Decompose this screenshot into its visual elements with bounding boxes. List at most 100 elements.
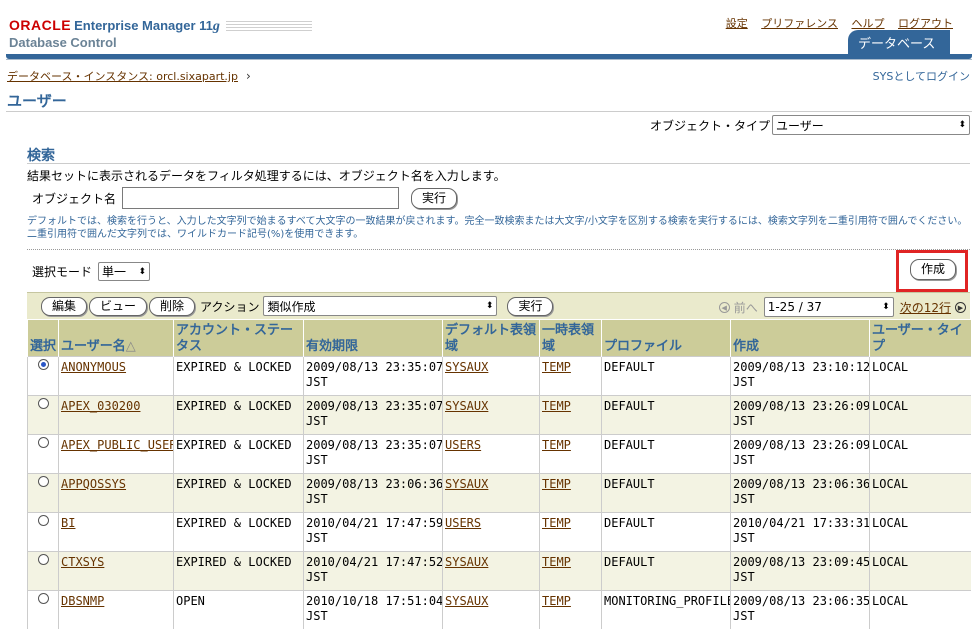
col-created[interactable]: 作成 — [730, 320, 870, 356]
username-link[interactable]: APPQOSSYS — [61, 477, 126, 491]
pagination: ◀ 前へ 1-25 / 37 ⬍ 次の12行 ▶ — [718, 297, 966, 317]
row-radio[interactable] — [37, 397, 49, 409]
col-username[interactable]: ユーザー名△ — [58, 320, 174, 356]
expiry-cell: 2009/08/13 23:35:07 JST — [303, 433, 443, 473]
preferences-link[interactable]: プリファレンス — [761, 17, 838, 30]
help-link[interactable]: ヘルプ — [852, 17, 885, 30]
expiry-cell: 2009/08/13 23:35:07 JST — [303, 355, 443, 395]
oracle-wordmark: ORACLE — [9, 17, 72, 33]
search-heading: 検索 — [27, 148, 55, 164]
expiry-cell: 2010/04/21 17:47:59 JST — [303, 511, 443, 551]
object-name-input[interactable] — [122, 187, 400, 209]
username-link[interactable]: DBSNMP — [61, 594, 104, 608]
logout-link[interactable]: ログアウト — [898, 17, 953, 30]
next-arrow-icon[interactable]: ▶ — [955, 301, 966, 313]
users-table: 選択 ユーザー名△ アカウント・ステータス 有効期限 デフォルト表領域 一時表領… — [27, 320, 971, 629]
expiry-tz: JST — [306, 569, 328, 584]
created-datetime: 2009/08/13 23:06:35 — [733, 593, 870, 608]
created-tz: JST — [733, 608, 755, 623]
chevron-right-icon: › — [245, 69, 251, 83]
temp-tablespace-cell: TEMP — [539, 472, 602, 512]
object-name-row: オブジェクト名 実行 — [32, 187, 458, 209]
temp-tablespace-link[interactable]: TEMP — [542, 399, 571, 413]
status-cell: EXPIRED & LOCKED — [173, 550, 304, 590]
col-user-type[interactable]: ユーザー・タイプ — [869, 320, 971, 356]
col-expiry[interactable]: 有効期限 — [303, 320, 443, 356]
default-tablespace-link[interactable]: USERS — [445, 438, 481, 452]
range-select[interactable]: 1-25 / 37 ⬍ — [763, 297, 894, 317]
table-header-row: 選択 ユーザー名△ アカウント・ステータス 有効期限 デフォルト表領域 一時表領… — [27, 320, 971, 356]
default-tablespace-cell: SYSAUX — [442, 394, 540, 434]
profile-cell: DEFAULT — [601, 433, 731, 473]
search-hint: デフォルトでは、検索を行うと、入力した文字列で始まるすべて大文字の一致結果が戻さ… — [27, 216, 968, 240]
object-type-selector: オブジェクト・タイプ ユーザー ⬍ — [650, 115, 970, 135]
default-tablespace-link[interactable]: SYSAUX — [445, 399, 488, 413]
expiry-tz: JST — [306, 608, 328, 623]
created-datetime: 2009/08/13 23:26:09 — [733, 398, 870, 413]
next-link[interactable]: 次の12行 — [900, 299, 951, 316]
row-radio[interactable] — [37, 592, 49, 604]
expiry-tz: JST — [306, 452, 328, 467]
breadcrumb-database-instance[interactable]: データベース・インスタンス: orcl.sixapart.jp — [7, 70, 238, 83]
username-link[interactable]: ANONYMOUS — [61, 360, 126, 374]
profile-cell: DEFAULT — [601, 355, 731, 395]
default-tablespace-cell: SYSAUX — [442, 550, 540, 590]
table-toolbar: 編集 ビュー 削除 アクション 類似作成 ⬍ 実行 ◀ 前へ 1-25 / 37… — [27, 292, 970, 319]
temp-tablespace-link[interactable]: TEMP — [542, 438, 571, 452]
table-row: BI EXPIRED & LOCKED 2010/04/21 17:47:59 JST… — [27, 511, 971, 551]
col-account-status[interactable]: アカウント・ステータス — [173, 320, 304, 356]
temp-tablespace-cell: TEMP — [539, 355, 602, 395]
username-link[interactable]: CTXSYS — [61, 555, 104, 569]
page-title: ユーザー — [7, 92, 67, 110]
delete-button[interactable]: 削除 — [149, 296, 196, 316]
global-links: 設定 プリファレンス ヘルプ ログアウト — [716, 15, 953, 31]
selection-mode-select[interactable]: 単一 ⬍ — [98, 262, 151, 281]
em-text: Enterprise Manager 11 — [74, 18, 213, 33]
status-cell: EXPIRED & LOCKED — [173, 472, 304, 512]
select-arrows-icon: ⬍ — [882, 302, 890, 312]
edit-button[interactable]: 編集 — [41, 296, 88, 316]
username-link[interactable]: APEX_030200 — [61, 399, 140, 413]
row-radio[interactable] — [37, 553, 49, 565]
object-type-value: ユーザー — [776, 118, 824, 133]
search-go-button[interactable]: 実行 — [411, 187, 458, 209]
col-default-tablespace[interactable]: デフォルト表領域 — [442, 320, 540, 356]
title-divider — [6, 111, 972, 112]
temp-tablespace-link[interactable]: TEMP — [542, 360, 571, 374]
created-cell: 2009/08/13 23:09:45 JST — [730, 550, 870, 590]
row-radio[interactable] — [37, 475, 49, 487]
expiry-datetime: 2010/04/21 17:47:52 — [306, 554, 443, 569]
action-select[interactable]: 類似作成 ⬍ — [263, 296, 498, 316]
row-select-cell — [27, 433, 59, 473]
view-button[interactable]: ビュー — [89, 296, 148, 316]
settings-link[interactable]: 設定 — [726, 17, 748, 30]
username-link[interactable]: APEX_PUBLIC_USER — [61, 438, 174, 452]
temp-tablespace-link[interactable]: TEMP — [542, 516, 571, 530]
default-tablespace-link[interactable]: SYSAUX — [445, 555, 488, 569]
default-tablespace-link[interactable]: USERS — [445, 516, 481, 530]
temp-tablespace-link[interactable]: TEMP — [542, 594, 571, 608]
row-radio[interactable] — [37, 436, 49, 448]
row-radio[interactable] — [37, 514, 49, 526]
default-tablespace-link[interactable]: SYSAUX — [445, 360, 488, 374]
temp-tablespace-link[interactable]: TEMP — [542, 477, 571, 491]
row-radio[interactable] — [37, 358, 49, 370]
table-row: ANONYMOUS EXPIRED & LOCKED 2009/08/13 23:3… — [27, 355, 971, 395]
created-cell: 2009/08/13 23:10:12 JST — [730, 355, 870, 395]
default-tablespace-link[interactable]: SYSAUX — [445, 594, 488, 608]
username-link[interactable]: BI — [61, 516, 75, 530]
default-tablespace-cell: USERS — [442, 433, 540, 473]
col-profile[interactable]: プロファイル — [601, 320, 731, 356]
expiry-datetime: 2010/04/21 17:47:59 — [306, 515, 443, 530]
user-type-cell: LOCAL — [869, 394, 971, 434]
row-select-cell — [27, 472, 59, 512]
dotted-separator — [27, 249, 970, 250]
default-tablespace-link[interactable]: SYSAUX — [445, 477, 488, 491]
tab-database[interactable]: データベース — [848, 30, 950, 54]
action-go-button[interactable]: 実行 — [507, 296, 554, 316]
create-button[interactable]: 作成 — [910, 259, 957, 280]
em-suffix: g — [212, 19, 220, 34]
col-temp-tablespace[interactable]: 一時表領域 — [539, 320, 602, 356]
temp-tablespace-link[interactable]: TEMP — [542, 555, 571, 569]
object-type-select[interactable]: ユーザー ⬍ — [772, 115, 970, 135]
